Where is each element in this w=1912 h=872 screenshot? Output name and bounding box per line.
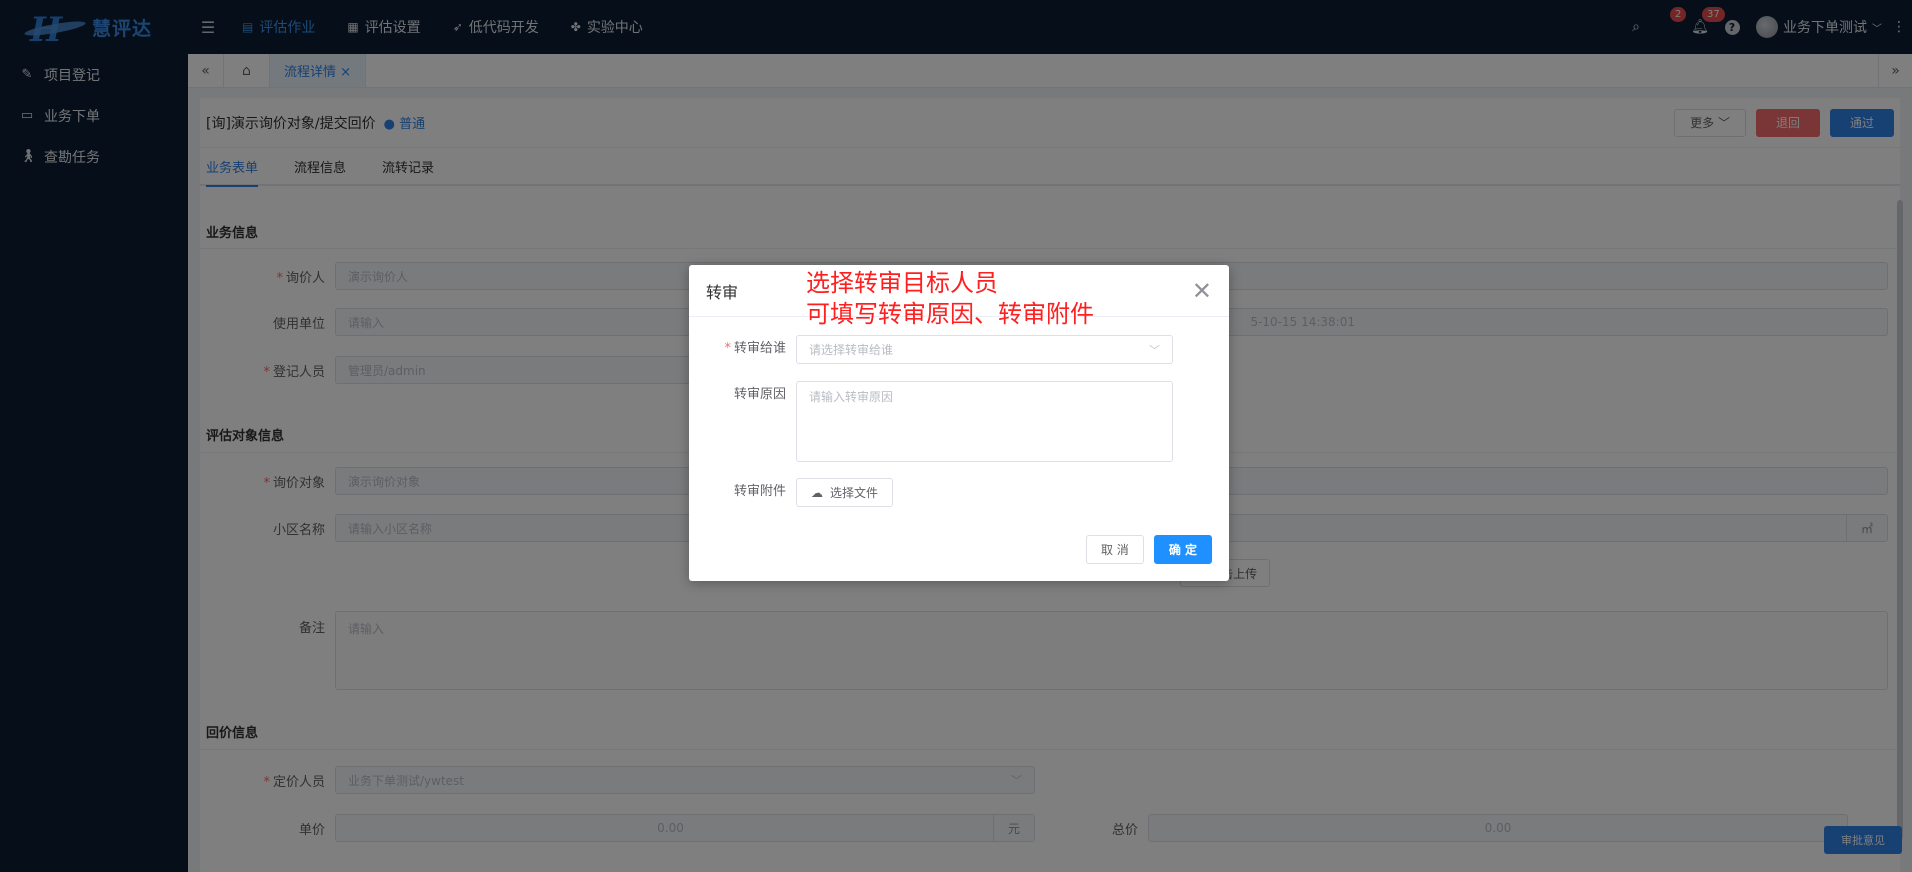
field-label: * 转审给谁	[724, 341, 786, 356]
dialog-footer: 取 消 确 定	[1085, 535, 1212, 564]
annotation-line-1: 选择转审目标人员	[806, 269, 998, 297]
reason-textarea[interactable]: 请输入转审原因	[796, 381, 1173, 462]
chevron-down-icon: ﹀	[1149, 343, 1160, 357]
annotation-line-2: 可填写转审原因、转审附件	[806, 300, 1094, 328]
annotation-text: 选择转审目标人员 可填写转审原因、转审附件	[806, 268, 1094, 330]
field-label: 转审原因	[733, 387, 786, 402]
close-icon[interactable]: ✕	[1192, 279, 1212, 303]
assignee-placeholder: 请选择转审给谁	[809, 343, 894, 357]
field-reason: 转审原因 请输入转审原因	[689, 381, 1173, 462]
cloud-upload-icon: ☁	[811, 485, 823, 500]
confirm-button[interactable]: 确 定	[1153, 535, 1212, 564]
choose-file-button[interactable]: ☁ 选择文件	[796, 478, 894, 507]
choose-file-label: 选择文件	[830, 486, 879, 500]
dialog-title: 转审	[706, 282, 739, 302]
field-label: 转审附件	[733, 484, 786, 499]
field-assignee: * 转审给谁 请选择转审给谁 ﹀	[689, 335, 1173, 364]
field-attachment: 转审附件 ☁ 选择文件	[689, 478, 894, 507]
assignee-select[interactable]: 请选择转审给谁 ﹀	[796, 335, 1173, 364]
cancel-button[interactable]: 取 消	[1085, 535, 1144, 564]
